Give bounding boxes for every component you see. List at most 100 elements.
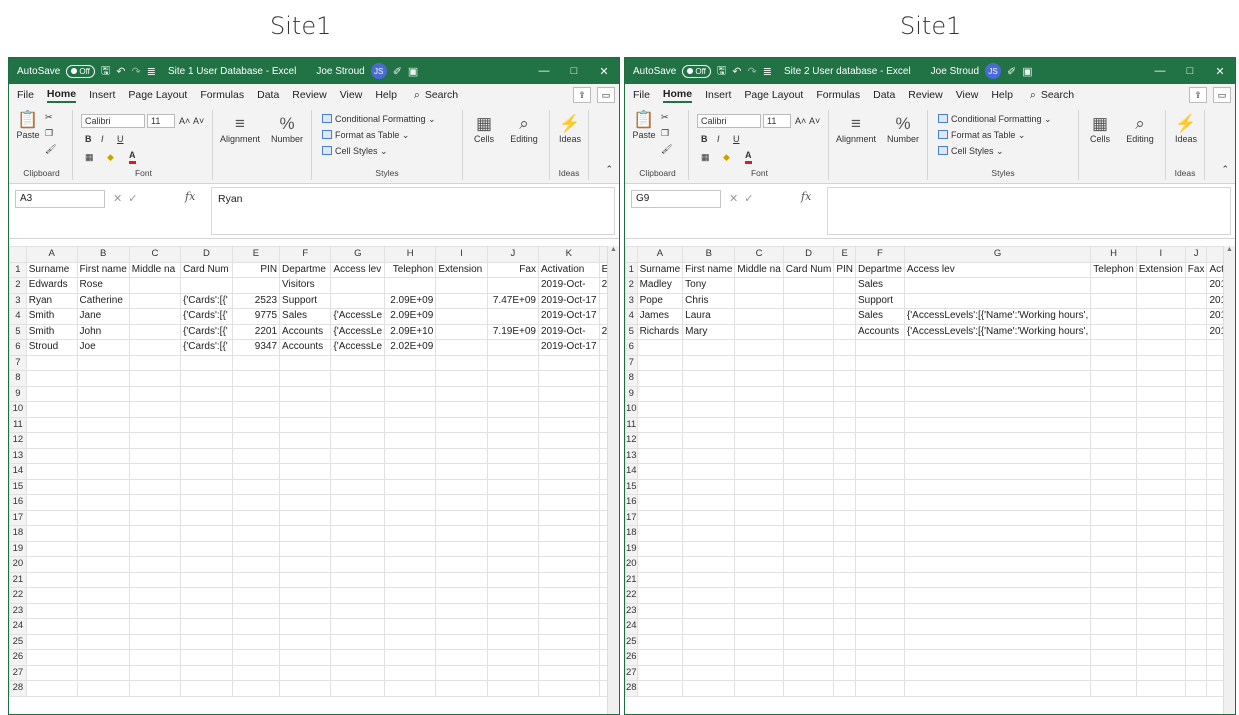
cell[interactable] — [1135, 571, 1186, 588]
cell[interactable] — [384, 587, 437, 604]
cell[interactable] — [435, 664, 488, 681]
cell[interactable] — [537, 447, 600, 464]
cell[interactable]: Jane — [76, 308, 130, 325]
ideas-button[interactable]: ⚡ Ideas — [1170, 114, 1202, 145]
cell[interactable] — [76, 602, 130, 619]
cell[interactable] — [1184, 339, 1208, 356]
cell[interactable] — [782, 416, 835, 433]
cell[interactable] — [76, 540, 130, 557]
cell[interactable] — [1184, 602, 1208, 619]
cell[interactable] — [855, 571, 905, 588]
cell[interactable] — [1090, 308, 1137, 325]
format-painter-icon[interactable]: 🖌 — [45, 144, 56, 155]
format-as-table-button[interactable]: Format as Table ⌄ — [322, 130, 409, 141]
cell[interactable] — [782, 664, 835, 681]
cell[interactable] — [1090, 370, 1137, 387]
cell[interactable] — [486, 463, 539, 480]
avatar[interactable]: JS — [985, 63, 1002, 79]
cell-styles-button[interactable]: Cell Styles ⌄ — [938, 146, 1004, 157]
cell[interactable] — [1090, 339, 1137, 356]
cell[interactable] — [486, 370, 539, 387]
cell[interactable] — [76, 354, 130, 371]
cell[interactable] — [1135, 540, 1186, 557]
cell[interactable] — [435, 556, 488, 573]
cell[interactable]: Ryan — [25, 292, 78, 309]
cell[interactable]: Joe — [76, 339, 130, 356]
shrink-font-button[interactable]: A˅ — [809, 116, 820, 127]
cell[interactable] — [855, 556, 905, 573]
tab-data[interactable]: Data — [873, 89, 895, 101]
cell[interactable] — [279, 370, 332, 387]
user-name[interactable]: Joe Stroud — [931, 66, 979, 77]
cell[interactable] — [25, 401, 78, 418]
cell[interactable] — [537, 649, 600, 666]
cell[interactable] — [1090, 571, 1137, 588]
cell[interactable] — [128, 370, 182, 387]
cell[interactable] — [128, 571, 182, 588]
cell[interactable]: 2019-Oct-17 — [537, 308, 600, 325]
cell[interactable] — [1184, 308, 1208, 325]
cell[interactable] — [734, 540, 784, 557]
cell[interactable] — [855, 447, 905, 464]
column-header[interactable]: G — [330, 246, 386, 263]
cell[interactable]: PIN — [833, 261, 856, 278]
cell[interactable] — [435, 339, 488, 356]
cell[interactable] — [330, 478, 386, 495]
cell[interactable] — [279, 416, 332, 433]
cell[interactable] — [682, 463, 736, 480]
cell[interactable] — [682, 556, 736, 573]
ribbon-display-icon[interactable]: ▣ — [1022, 65, 1032, 78]
cell[interactable] — [486, 587, 539, 604]
cell[interactable] — [855, 618, 905, 635]
cell[interactable] — [833, 525, 856, 542]
cell[interactable] — [855, 416, 905, 433]
cell[interactable] — [903, 556, 1092, 573]
tab-view[interactable]: View — [956, 89, 979, 101]
cell[interactable] — [903, 664, 1092, 681]
tab-file[interactable]: File — [17, 89, 34, 101]
cell[interactable] — [330, 525, 386, 542]
undo-icon[interactable]: ↶ — [732, 65, 741, 78]
cell[interactable] — [1090, 385, 1137, 402]
column-header[interactable]: E — [231, 246, 281, 263]
cell[interactable] — [682, 401, 736, 418]
row-header[interactable]: 25 — [9, 633, 27, 650]
row-header[interactable]: 4 — [9, 308, 27, 325]
cell[interactable] — [180, 556, 233, 573]
cell[interactable] — [435, 432, 488, 449]
column-header[interactable]: I — [1135, 246, 1186, 263]
cell[interactable] — [435, 509, 488, 526]
cell[interactable] — [180, 602, 233, 619]
cell[interactable] — [1184, 664, 1208, 681]
cell[interactable] — [903, 494, 1092, 511]
tab-page-layout[interactable]: Page Layout — [128, 89, 187, 101]
row-header[interactable]: 21 — [625, 571, 638, 588]
copy-icon[interactable]: ❐ — [661, 128, 669, 139]
cell[interactable] — [279, 649, 332, 666]
column-header[interactable]: B — [682, 246, 736, 263]
cell[interactable] — [384, 525, 437, 542]
cell[interactable]: Departme — [279, 261, 332, 278]
minimize-icon[interactable]: — — [1145, 65, 1175, 78]
cell[interactable] — [1135, 556, 1186, 573]
font-color-icon[interactable]: A — [745, 150, 752, 164]
cell[interactable] — [486, 277, 539, 294]
cell[interactable] — [25, 525, 78, 542]
cell[interactable] — [25, 556, 78, 573]
close-icon[interactable]: ✕ — [1205, 65, 1235, 78]
cell[interactable] — [903, 292, 1092, 309]
row-header[interactable]: 27 — [9, 664, 27, 681]
cell[interactable] — [486, 401, 539, 418]
cell[interactable]: 2019-Oct- — [537, 323, 600, 340]
cell[interactable] — [782, 602, 835, 619]
cell[interactable] — [231, 277, 281, 294]
cell[interactable] — [833, 587, 856, 604]
cell[interactable] — [833, 308, 856, 325]
cell[interactable] — [279, 680, 332, 697]
cell[interactable] — [330, 432, 386, 449]
row-header[interactable]: 11 — [625, 416, 638, 433]
cell[interactable] — [782, 571, 835, 588]
cell[interactable] — [537, 416, 600, 433]
cell[interactable] — [1184, 556, 1208, 573]
cell[interactable] — [384, 509, 437, 526]
